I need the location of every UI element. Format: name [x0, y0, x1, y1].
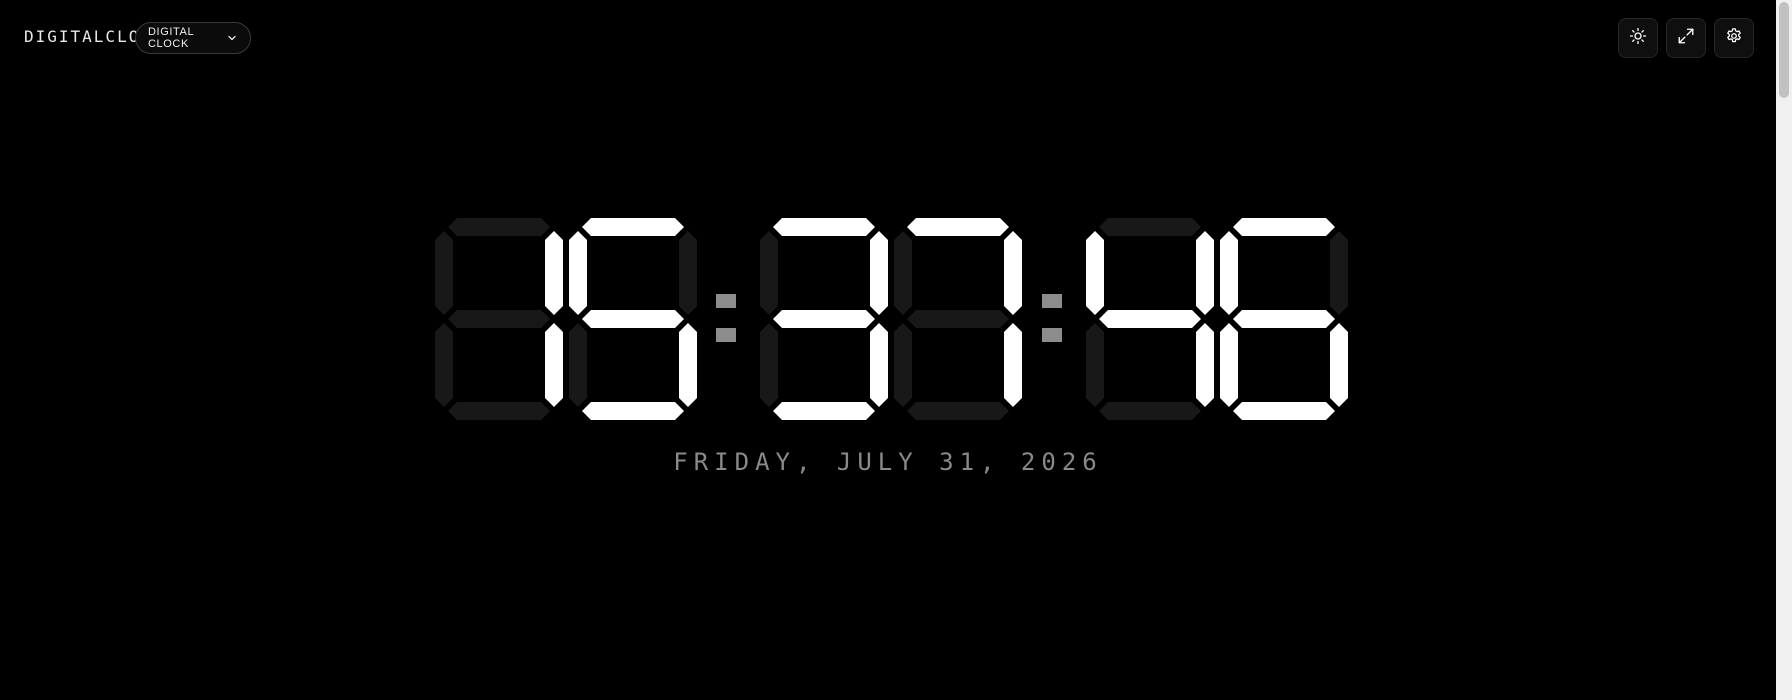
segment-e [1220, 323, 1238, 407]
segment-g [1233, 310, 1335, 328]
clock-page: DIGITALCLOCK DIGITAL CLOCK FRIDAY, JULY … [0, 0, 1792, 700]
clock-mode-label: DIGITAL CLOCK [148, 26, 194, 50]
clock-colon [716, 294, 736, 342]
segment-d [582, 402, 684, 420]
segment-d [1099, 402, 1201, 420]
segment-e [435, 323, 453, 407]
scrollbar-thumb[interactable] [1779, 2, 1789, 98]
colon-dot [716, 328, 736, 342]
colon-dot [716, 294, 736, 308]
segment-a [907, 218, 1009, 236]
seven-segment-clock [435, 218, 1348, 420]
date-label: FRIDAY, JULY 31, 2026 [673, 448, 1103, 476]
segment-d [1233, 402, 1335, 420]
segment-g [1099, 310, 1201, 328]
segment-g [907, 310, 1009, 328]
segment-f [1220, 231, 1238, 315]
segment-b [679, 231, 697, 315]
digital-clock-display [0, 218, 1776, 420]
fullscreen-button[interactable] [1666, 18, 1706, 58]
segment-d [907, 402, 1009, 420]
segment-g [773, 310, 875, 328]
segment-b [1196, 231, 1214, 315]
clock-digit [1086, 218, 1214, 420]
segment-e [894, 323, 912, 407]
segment-c [545, 323, 563, 407]
segment-e [1086, 323, 1104, 407]
segment-c [1196, 323, 1214, 407]
clock-mode-dropdown[interactable]: DIGITAL CLOCK [135, 22, 251, 54]
segment-a [448, 218, 550, 236]
segment-c [1330, 323, 1348, 407]
gear-icon [1725, 27, 1743, 49]
page-scrollbar[interactable] [1776, 0, 1792, 700]
segment-a [1233, 218, 1335, 236]
settings-button[interactable] [1714, 18, 1754, 58]
clock-colon [1042, 294, 1062, 342]
segment-e [569, 323, 587, 407]
colon-dot [1042, 328, 1062, 342]
segment-g [448, 310, 550, 328]
segment-b [545, 231, 563, 315]
clock-digit [569, 218, 697, 420]
segment-d [773, 402, 875, 420]
colon-dot [1042, 294, 1062, 308]
segment-f [894, 231, 912, 315]
segment-f [569, 231, 587, 315]
expand-icon [1677, 27, 1695, 49]
chevron-down-icon [226, 32, 238, 44]
segment-c [1004, 323, 1022, 407]
clock-digit [435, 218, 563, 420]
segment-b [870, 231, 888, 315]
segment-a [773, 218, 875, 236]
clock-digit [760, 218, 888, 420]
clock-digit [1220, 218, 1348, 420]
segment-f [1086, 231, 1104, 315]
segment-a [582, 218, 684, 236]
sun-icon [1629, 27, 1647, 49]
segment-d [448, 402, 550, 420]
segment-f [760, 231, 778, 315]
clock-digit [894, 218, 1022, 420]
segment-f [435, 231, 453, 315]
segment-e [760, 323, 778, 407]
segment-c [870, 323, 888, 407]
segment-b [1330, 231, 1348, 315]
theme-toggle-button[interactable] [1618, 18, 1658, 58]
segment-a [1099, 218, 1201, 236]
segment-g [582, 310, 684, 328]
segment-c [679, 323, 697, 407]
segment-b [1004, 231, 1022, 315]
